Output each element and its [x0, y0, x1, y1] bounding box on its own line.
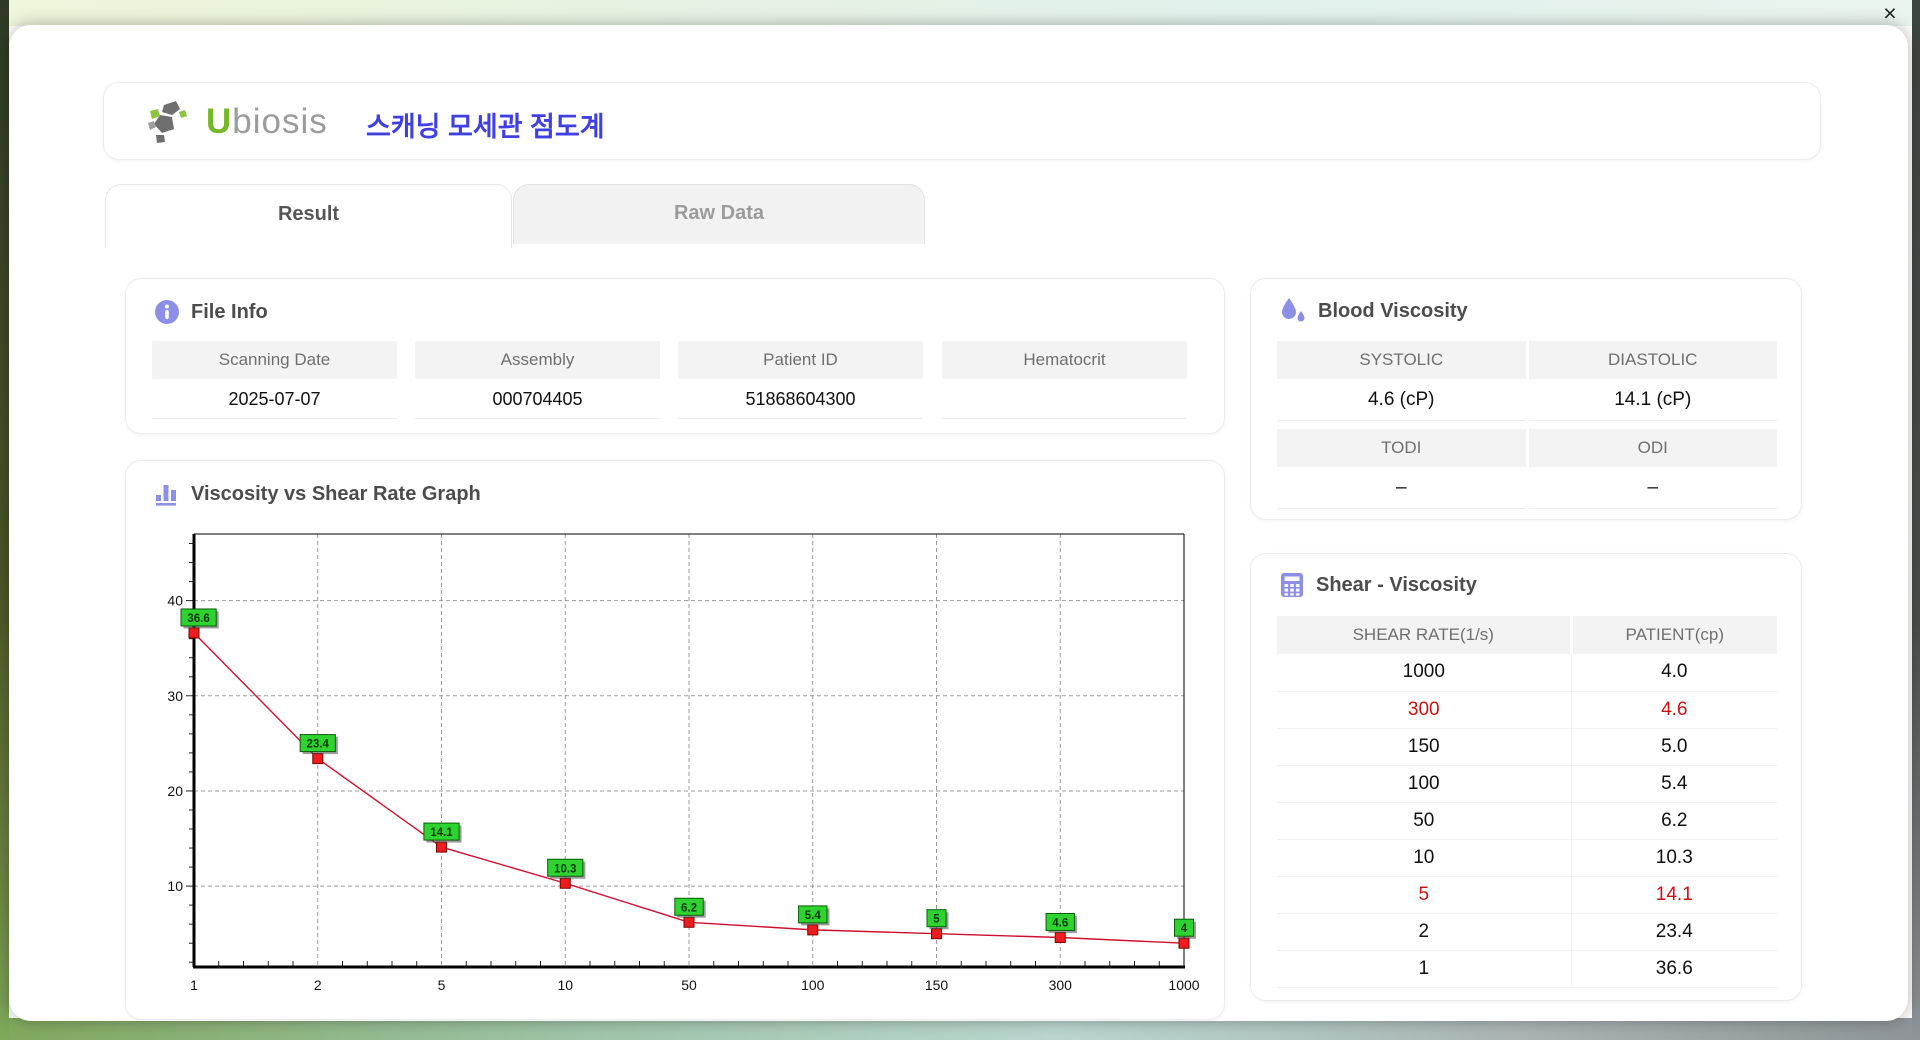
svg-text:4.6: 4.6	[1052, 917, 1068, 929]
field-value: 000704405	[415, 379, 660, 419]
tab-result[interactable]: Result	[105, 184, 512, 248]
svg-text:23.4: 23.4	[307, 739, 330, 751]
field-value	[942, 379, 1187, 419]
ubiosis-logo: Ubiosis	[146, 99, 328, 145]
systolic-label: SYSTOLIC	[1277, 341, 1526, 379]
table-row: 1 36.6	[1277, 950, 1777, 988]
svg-text:10: 10	[167, 878, 183, 894]
field-value: 2025-07-07	[152, 379, 397, 419]
shear-viscosity-title: Shear - Viscosity	[1279, 572, 1477, 598]
svg-text:100: 100	[801, 977, 825, 993]
header-card: Ubiosis 스캐닝 모세관 점도계	[103, 82, 1821, 160]
svg-text:5: 5	[438, 977, 446, 993]
close-icon[interactable]: ×	[1876, 0, 1904, 26]
viscosity-graph-card: Viscosity vs Shear Rate Graph 10 20 30 40 1 2…	[125, 460, 1225, 1020]
shear-viscosity-table: SHEAR RATE(1/s) PATIENT(cp) 1000 4.0 300 4…	[1277, 616, 1777, 988]
bar-chart-icon	[156, 485, 176, 506]
odi-label: ODI	[1528, 429, 1777, 467]
shear-viscosity-card: Shear - Viscosity SHEAR RATE(1/s) PATIEN…	[1250, 553, 1802, 1001]
table-header-row: SHEAR RATE(1/s) PATIENT(cp)	[1277, 616, 1777, 654]
background-left-edge	[0, 0, 9, 1040]
svg-text:14.1: 14.1	[430, 827, 453, 839]
info-icon	[155, 300, 179, 324]
table-row: 5 14.1	[1277, 876, 1777, 914]
field-scanning-date: Scanning Date 2025-07-07	[152, 341, 397, 419]
svg-text:30: 30	[167, 688, 183, 704]
field-assembly: Assembly 000704405	[415, 341, 660, 419]
table-row: 150 5.0	[1277, 728, 1777, 766]
viscosity-shear-chart: 10 20 30 40 1 2 5 10 50 100 150 300 1000 36.6 23.4 14.1…	[167, 533, 1200, 993]
app-title-korean: 스캐닝 모세관 점도계	[366, 112, 605, 142]
odi-value: –	[1528, 467, 1777, 509]
table-row: 2 23.4	[1277, 913, 1777, 951]
tab-raw-data[interactable]: Raw Data	[513, 184, 925, 244]
blood-viscosity-title: Blood Viscosity	[1279, 297, 1468, 325]
systolic-value: 4.6 (cP)	[1277, 379, 1526, 421]
field-patient-id: Patient ID 51868604300	[678, 341, 923, 419]
svg-text:300: 300	[1049, 977, 1073, 993]
table-row: 50 6.2	[1277, 802, 1777, 840]
diastolic-value: 14.1 (cP)	[1528, 379, 1777, 421]
svg-text:6.2: 6.2	[681, 902, 697, 914]
svg-text:1000: 1000	[1168, 977, 1199, 993]
background-right-edge	[1912, 0, 1920, 1040]
background-bottom-strip	[0, 1018, 1920, 1040]
calculator-icon	[1281, 573, 1303, 597]
svg-text:20: 20	[167, 783, 183, 799]
main-dialog: Ubiosis 스캐닝 모세관 점도계 Result Raw Data File…	[9, 25, 1908, 1021]
todi-value: –	[1277, 467, 1526, 509]
background-top-strip	[0, 0, 1920, 26]
shear-rate-column-header: SHEAR RATE(1/s)	[1277, 616, 1572, 654]
patient-column-header: PATIENT(cp)	[1569, 616, 1777, 654]
ubiosis-logo-icon	[148, 101, 187, 143]
todi-label: TODI	[1277, 429, 1526, 467]
svg-text:5: 5	[933, 914, 940, 926]
field-value: 51868604300	[678, 379, 923, 419]
svg-text:1: 1	[190, 977, 198, 993]
blood-viscosity-grid: SYSTOLIC DIASTOLIC 4.6 (cP) 14.1 (cP) TO…	[1277, 341, 1777, 509]
file-info-card: File Info Scanning Date 2025-07-07 Assem…	[125, 278, 1225, 434]
field-label: Patient ID	[678, 341, 923, 379]
ubiosis-logo-text: Ubiosis	[206, 102, 328, 141]
table-row: 100 5.4	[1277, 765, 1777, 803]
svg-text:5.4: 5.4	[805, 910, 822, 922]
graph-title: Viscosity vs Shear Rate Graph	[154, 481, 481, 507]
svg-text:4: 4	[1181, 923, 1188, 935]
diastolic-label: DIASTOLIC	[1528, 341, 1777, 379]
blood-drop-icon	[1282, 298, 1305, 322]
svg-text:10: 10	[557, 977, 573, 993]
field-hematocrit: Hematocrit	[942, 341, 1187, 419]
svg-text:36.6: 36.6	[187, 613, 209, 625]
svg-text:2: 2	[314, 977, 322, 993]
svg-text:40: 40	[167, 593, 183, 609]
svg-text:50: 50	[681, 977, 697, 993]
table-row: 10 10.3	[1277, 839, 1777, 877]
table-row: 1000 4.0	[1277, 654, 1777, 692]
blood-viscosity-card: Blood Viscosity SYSTOLIC DIASTOLIC 4.6 (…	[1250, 278, 1802, 520]
file-info-title: File Info	[154, 299, 268, 325]
field-label: Assembly	[415, 341, 660, 379]
field-label: Hematocrit	[942, 341, 1187, 379]
svg-text:150: 150	[925, 977, 949, 993]
svg-text:10.3: 10.3	[554, 863, 576, 875]
table-row: 300 4.6	[1277, 691, 1777, 729]
field-label: Scanning Date	[152, 341, 397, 379]
